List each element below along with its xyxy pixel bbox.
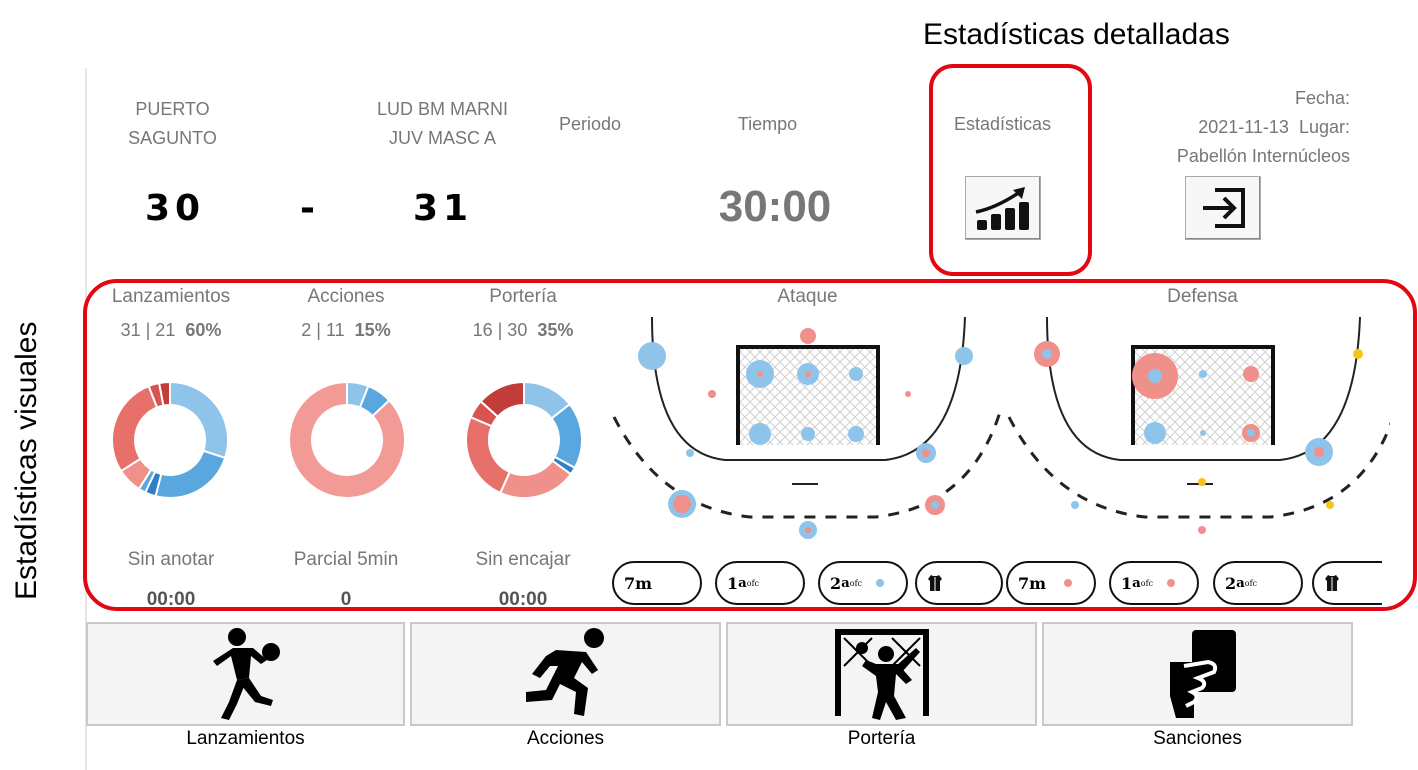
card-icon [1169,630,1236,718]
goalkeeping-label: Portería [847,728,916,749]
match-info: Fecha: 2021-11-13 Lugar: Pabellón Intern… [1115,84,1350,171]
away-team-name: LUD BM MARNI JUV MASC A [376,99,508,148]
goalkeeper-icon [834,629,929,720]
thrower-icon [212,628,280,720]
place-value: Pabellón Internúcleos [1176,146,1350,166]
actions-button[interactable] [410,622,721,726]
goalkeeping-button[interactable] [726,622,1037,726]
home-team-name: PUERTO SAGUNTO [128,99,217,148]
away-score: 31 [412,188,474,229]
date-place-row: 2021-11-13 Lugar: [1115,113,1350,142]
highlight-visual-stats [83,279,1417,611]
place-label: Lugar: [1298,117,1350,137]
sanctions-button[interactable] [1042,622,1353,726]
actions-label: Acciones [526,728,605,749]
runner-icon [525,628,604,716]
date-value: 2021-11-13 [1198,117,1289,137]
sanctions-label: Sanciones [1153,728,1242,749]
date-label: Fecha: [1294,88,1350,108]
home-score: 30 [144,188,206,229]
shots-label: Lanzamientos [186,728,305,749]
highlight-detailed-stats [929,64,1092,276]
score-separator: - [300,188,320,229]
exit-icon [1203,188,1245,228]
game-clock: 30:00 [718,182,832,231]
time-label: Tiempo [737,114,798,134]
callout-visual-stats: Estadísticas visuales [10,321,43,600]
shots-button[interactable] [86,622,405,726]
exit-button[interactable] [1185,176,1261,240]
callout-detailed-stats: Estadísticas detalladas [923,18,1230,51]
period-label: Periodo [558,114,622,134]
